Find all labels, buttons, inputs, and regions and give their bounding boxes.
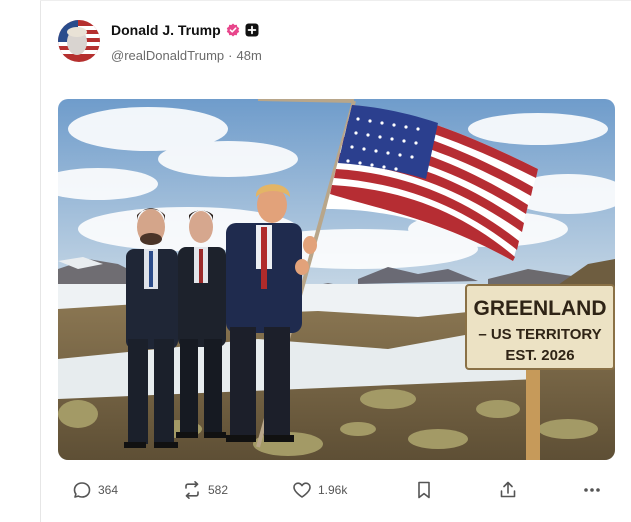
like-button[interactable]: 1.96k — [292, 480, 347, 500]
repost-button[interactable]: 582 — [182, 480, 228, 500]
repost-count: 582 — [208, 483, 229, 497]
author-handle-row: @realDonaldTrump · 48m — [111, 48, 262, 63]
post-actions: 364 582 1.96k — [58, 480, 615, 504]
avatar-image — [58, 20, 100, 62]
more-icon — [584, 488, 600, 492]
reply-button[interactable]: 364 — [72, 480, 118, 500]
bookmark-icon — [418, 481, 430, 499]
author-display-name[interactable]: Donald J. Trump — [111, 22, 221, 38]
post-time[interactable]: 48m — [237, 48, 262, 63]
sign-line-3: EST. 2026 — [505, 347, 574, 364]
sign-line-2: – US TERRITORY — [478, 326, 601, 343]
bookmark-button[interactable] — [414, 480, 434, 500]
share-icon — [500, 481, 516, 498]
feed-border-left — [40, 0, 41, 522]
more-options-button[interactable] — [582, 480, 602, 500]
like-count: 1.96k — [318, 483, 348, 497]
reply-icon — [73, 482, 91, 498]
repost-icon — [185, 481, 199, 499]
post-image-illustration: GREENLAND – US TERRITORY EST. 2026 — [58, 99, 615, 460]
share-button[interactable] — [498, 480, 518, 500]
separator-dot: · — [228, 48, 233, 63]
add-badge-icon — [245, 23, 259, 37]
like-icon — [293, 482, 311, 498]
feed-border-top — [40, 0, 631, 1]
post-image[interactable]: GREENLAND – US TERRITORY EST. 2026 — [58, 99, 615, 460]
reply-count: 364 — [98, 483, 119, 497]
avatar[interactable] — [58, 20, 100, 62]
sign-line-1: GREENLAND — [473, 297, 606, 320]
author-handle[interactable]: @realDonaldTrump — [111, 48, 224, 63]
verified-icon — [226, 23, 239, 37]
author-name-row: Donald J. Trump — [111, 22, 259, 38]
